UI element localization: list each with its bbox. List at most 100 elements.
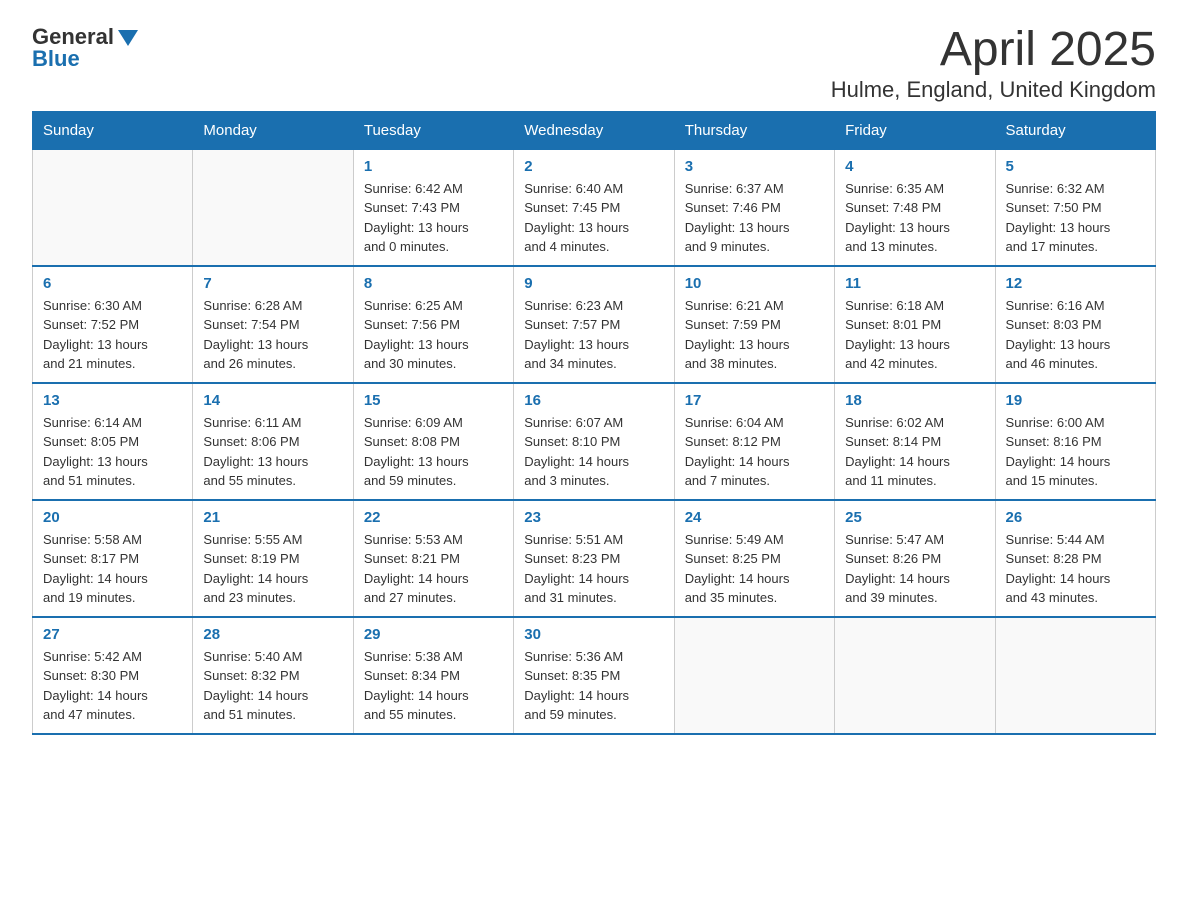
calendar-header-row: SundayMondayTuesdayWednesdayThursdayFrid… [33,111,1156,149]
calendar-cell: 14 Sunrise: 6:11 AM Sunset: 8:06 PM Dayli… [193,383,353,500]
day-info: Sunrise: 5:36 AM Sunset: 8:35 PM Dayligh… [524,647,663,725]
day-info: Sunrise: 6:28 AM Sunset: 7:54 PM Dayligh… [203,296,342,374]
day-number: 24 [685,509,824,526]
day-info: Sunrise: 6:09 AM Sunset: 8:08 PM Dayligh… [364,413,503,491]
day-info: Sunrise: 6:25 AM Sunset: 7:56 PM Dayligh… [364,296,503,374]
calendar-cell: 19 Sunrise: 6:00 AM Sunset: 8:16 PM Dayli… [995,383,1155,500]
day-info: Sunrise: 6:11 AM Sunset: 8:06 PM Dayligh… [203,413,342,491]
day-info: Sunrise: 6:00 AM Sunset: 8:16 PM Dayligh… [1006,413,1145,491]
day-info: Sunrise: 6:04 AM Sunset: 8:12 PM Dayligh… [685,413,824,491]
day-number: 9 [524,275,663,292]
calendar-cell: 16Sunrise: 6:07 AM Sunset: 8:10 PM Dayli… [514,383,674,500]
day-number: 19 [1006,392,1145,409]
calendar-col-header-friday: Friday [835,111,995,149]
day-number: 25 [845,509,984,526]
calendar-cell: 22 Sunrise: 5:53 AM Sunset: 8:21 PM Dayli… [353,500,513,617]
calendar-cell: 18 Sunrise: 6:02 AM Sunset: 8:14 PM Dayli… [835,383,995,500]
title-block: April 2025 Hulme, England, United Kingdo… [831,24,1156,103]
page-header: General Blue April 2025 Hulme, England, … [32,24,1156,103]
day-number: 13 [43,392,182,409]
day-info: Sunrise: 6:21 AM Sunset: 7:59 PM Dayligh… [685,296,824,374]
day-info: Sunrise: 5:40 AM Sunset: 8:32 PM Dayligh… [203,647,342,725]
calendar-week-row-5: 27Sunrise: 5:42 AM Sunset: 8:30 PM Dayli… [33,617,1156,734]
day-number: 4 [845,158,984,175]
calendar-cell: 25Sunrise: 5:47 AM Sunset: 8:26 PM Dayli… [835,500,995,617]
calendar-week-row-4: 20 Sunrise: 5:58 AM Sunset: 8:17 PM Dayli… [33,500,1156,617]
calendar-cell: 12 Sunrise: 6:16 AM Sunset: 8:03 PM Dayli… [995,266,1155,383]
day-number: 10 [685,275,824,292]
calendar-week-row-1: 1 Sunrise: 6:42 AM Sunset: 7:43 PM Daylig… [33,149,1156,266]
day-info: Sunrise: 5:49 AM Sunset: 8:25 PM Dayligh… [685,530,824,608]
day-number: 30 [524,626,663,643]
day-info: Sunrise: 6:40 AM Sunset: 7:45 PM Dayligh… [524,179,663,257]
calendar-cell: 15 Sunrise: 6:09 AM Sunset: 8:08 PM Dayli… [353,383,513,500]
day-info: Sunrise: 6:07 AM Sunset: 8:10 PM Dayligh… [524,413,663,491]
logo-blue-text: Blue [32,46,80,72]
day-number: 7 [203,275,342,292]
calendar-cell: 7 Sunrise: 6:28 AM Sunset: 7:54 PM Daylig… [193,266,353,383]
calendar-cell: 24 Sunrise: 5:49 AM Sunset: 8:25 PM Dayli… [674,500,834,617]
day-number: 1 [364,158,503,175]
calendar-week-row-3: 13 Sunrise: 6:14 AM Sunset: 8:05 PM Dayli… [33,383,1156,500]
calendar-cell: 26Sunrise: 5:44 AM Sunset: 8:28 PM Dayli… [995,500,1155,617]
day-number: 23 [524,509,663,526]
calendar-title: April 2025 [831,24,1156,77]
day-number: 21 [203,509,342,526]
day-number: 12 [1006,275,1145,292]
calendar-cell: 3Sunrise: 6:37 AM Sunset: 7:46 PM Daylig… [674,149,834,266]
calendar-cell: 5 Sunrise: 6:32 AM Sunset: 7:50 PM Daylig… [995,149,1155,266]
day-number: 8 [364,275,503,292]
calendar-col-header-thursday: Thursday [674,111,834,149]
calendar-col-header-monday: Monday [193,111,353,149]
calendar-cell: 20 Sunrise: 5:58 AM Sunset: 8:17 PM Dayli… [33,500,193,617]
calendar-cell: 2 Sunrise: 6:40 AM Sunset: 7:45 PM Daylig… [514,149,674,266]
calendar-cell: 30 Sunrise: 5:36 AM Sunset: 8:35 PM Dayli… [514,617,674,734]
day-info: Sunrise: 6:16 AM Sunset: 8:03 PM Dayligh… [1006,296,1145,374]
day-number: 11 [845,275,984,292]
day-number: 28 [203,626,342,643]
day-info: Sunrise: 5:42 AM Sunset: 8:30 PM Dayligh… [43,647,182,725]
day-info: Sunrise: 6:02 AM Sunset: 8:14 PM Dayligh… [845,413,984,491]
calendar-table: SundayMondayTuesdayWednesdayThursdayFrid… [32,111,1156,735]
day-number: 5 [1006,158,1145,175]
day-number: 26 [1006,509,1145,526]
calendar-cell: 28 Sunrise: 5:40 AM Sunset: 8:32 PM Dayli… [193,617,353,734]
calendar-col-header-wednesday: Wednesday [514,111,674,149]
day-info: Sunrise: 6:23 AM Sunset: 7:57 PM Dayligh… [524,296,663,374]
day-info: Sunrise: 5:51 AM Sunset: 8:23 PM Dayligh… [524,530,663,608]
calendar-col-header-saturday: Saturday [995,111,1155,149]
calendar-cell [674,617,834,734]
day-number: 15 [364,392,503,409]
calendar-cell: 17 Sunrise: 6:04 AM Sunset: 8:12 PM Dayli… [674,383,834,500]
calendar-cell: 11 Sunrise: 6:18 AM Sunset: 8:01 PM Dayli… [835,266,995,383]
day-info: Sunrise: 6:35 AM Sunset: 7:48 PM Dayligh… [845,179,984,257]
day-info: Sunrise: 6:14 AM Sunset: 8:05 PM Dayligh… [43,413,182,491]
day-info: Sunrise: 6:42 AM Sunset: 7:43 PM Dayligh… [364,179,503,257]
calendar-cell: 29Sunrise: 5:38 AM Sunset: 8:34 PM Dayli… [353,617,513,734]
day-info: Sunrise: 6:18 AM Sunset: 8:01 PM Dayligh… [845,296,984,374]
calendar-cell: 27Sunrise: 5:42 AM Sunset: 8:30 PM Dayli… [33,617,193,734]
calendar-cell: 6Sunrise: 6:30 AM Sunset: 7:52 PM Daylig… [33,266,193,383]
day-number: 2 [524,158,663,175]
day-info: Sunrise: 5:53 AM Sunset: 8:21 PM Dayligh… [364,530,503,608]
day-number: 14 [203,392,342,409]
calendar-cell [193,149,353,266]
calendar-col-header-sunday: Sunday [33,111,193,149]
calendar-cell: 9 Sunrise: 6:23 AM Sunset: 7:57 PM Daylig… [514,266,674,383]
day-number: 6 [43,275,182,292]
calendar-col-header-tuesday: Tuesday [353,111,513,149]
day-number: 20 [43,509,182,526]
day-number: 17 [685,392,824,409]
day-number: 18 [845,392,984,409]
calendar-week-row-2: 6Sunrise: 6:30 AM Sunset: 7:52 PM Daylig… [33,266,1156,383]
calendar-cell: 4 Sunrise: 6:35 AM Sunset: 7:48 PM Daylig… [835,149,995,266]
calendar-cell: 8 Sunrise: 6:25 AM Sunset: 7:56 PM Daylig… [353,266,513,383]
day-number: 29 [364,626,503,643]
calendar-cell [995,617,1155,734]
day-info: Sunrise: 6:32 AM Sunset: 7:50 PM Dayligh… [1006,179,1145,257]
calendar-subtitle: Hulme, England, United Kingdom [831,77,1156,103]
day-info: Sunrise: 5:58 AM Sunset: 8:17 PM Dayligh… [43,530,182,608]
logo-triangle-icon [118,30,138,46]
day-number: 22 [364,509,503,526]
day-number: 3 [685,158,824,175]
